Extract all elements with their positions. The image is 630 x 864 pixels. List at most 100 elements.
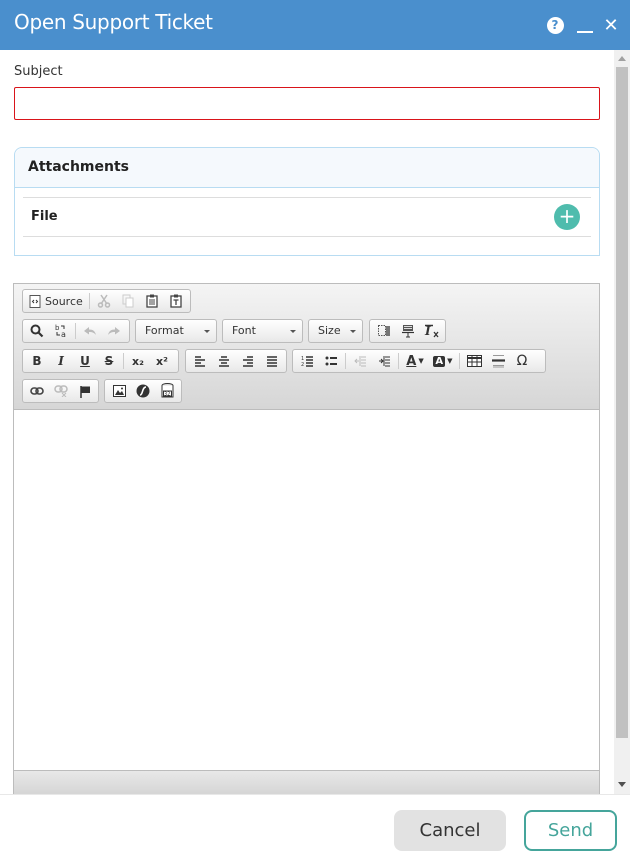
close-button[interactable]: ✕ — [600, 14, 622, 36]
svg-text:b: b — [55, 324, 60, 332]
format-dropdown-label: Format — [145, 324, 184, 337]
copy-button[interactable] — [116, 291, 140, 311]
source-button[interactable]: Source — [25, 291, 87, 311]
size-dropdown[interactable]: Size — [308, 319, 363, 343]
background-color-icon: A — [433, 355, 446, 367]
scroll-down-icon[interactable] — [618, 782, 626, 787]
paste-button[interactable] — [140, 291, 164, 311]
outdent-button[interactable] — [348, 351, 372, 371]
flash-button[interactable] — [131, 381, 155, 401]
toolbar-separator — [459, 353, 460, 369]
cancel-button[interactable]: Cancel — [394, 810, 506, 851]
superscript-icon: x² — [156, 354, 168, 368]
paste-text-button[interactable] — [164, 291, 188, 311]
table-icon — [466, 355, 482, 367]
italic-button[interactable]: I — [49, 351, 73, 371]
outdent-icon — [353, 356, 366, 367]
source-label: Source — [45, 294, 83, 308]
font-dropdown[interactable]: Font — [222, 319, 303, 343]
toolbar-separator — [345, 353, 346, 369]
italic-icon: I — [58, 354, 64, 368]
align-left-icon — [195, 356, 205, 367]
list-color-insert-group: 12 A ▼ A ▼ Ω — [292, 349, 546, 373]
undo-button[interactable] — [78, 321, 102, 341]
scrollbar-thumb[interactable] — [616, 67, 628, 738]
strike-button[interactable]: S — [97, 351, 121, 371]
image-button[interactable] — [107, 381, 131, 401]
bold-icon: B — [32, 354, 42, 368]
iframe-button[interactable]: 32 — [155, 381, 179, 401]
iframe-icon: 32 — [161, 383, 173, 398]
add-file-button[interactable]: + — [554, 204, 580, 230]
show-blocks-icon — [378, 325, 390, 336]
toolbar-separator — [75, 323, 76, 339]
unlink-icon — [54, 385, 68, 397]
help-button[interactable]: ? — [544, 14, 566, 36]
omega-icon: Ω — [516, 353, 528, 369]
help-icon: ? — [546, 16, 564, 34]
special-character-button[interactable]: Ω — [510, 351, 534, 371]
background-color-button[interactable]: A ▼ — [429, 351, 457, 371]
align-left-button[interactable] — [188, 351, 212, 371]
cut-button[interactable] — [92, 291, 116, 311]
bulleted-list-button[interactable] — [319, 351, 343, 371]
indent-icon — [378, 356, 390, 367]
editor-content-area[interactable] — [14, 410, 599, 770]
chevron-down-icon — [290, 330, 296, 333]
format-dropdown[interactable]: Format — [135, 319, 217, 343]
horizontal-rule-button[interactable] — [486, 351, 510, 371]
size-dropdown-label: Size — [318, 324, 341, 337]
align-justify-button[interactable] — [260, 351, 284, 371]
replace-icon: ba — [55, 324, 66, 338]
dialog-title: Open Support Ticket — [14, 10, 213, 34]
send-button[interactable]: Send — [524, 810, 617, 851]
align-right-icon — [243, 356, 253, 367]
subject-label: Subject — [14, 64, 63, 79]
editor-resize-bar — [14, 770, 599, 794]
title-bar: Open Support Ticket ? ✕ — [0, 0, 630, 50]
remove-format-button[interactable]: I — [420, 321, 444, 341]
superscript-button[interactable]: x² — [150, 351, 174, 371]
align-center-icon — [219, 356, 229, 367]
replace-button[interactable]: ba — [49, 321, 73, 341]
tools-group: I — [369, 319, 446, 343]
chevron-down-icon: ▼ — [418, 357, 424, 365]
scroll-up-icon[interactable] — [618, 56, 626, 61]
subject-input[interactable] — [14, 87, 600, 120]
indent-button[interactable] — [372, 351, 396, 371]
subscript-icon: x₂ — [132, 354, 144, 368]
insert-group: 32 — [104, 379, 182, 403]
svg-text:32: 32 — [164, 392, 170, 398]
align-right-button[interactable] — [236, 351, 260, 371]
page-break-icon — [402, 325, 414, 338]
page-break-button[interactable] — [396, 321, 420, 341]
paste-text-icon — [170, 294, 182, 308]
show-blocks-button[interactable] — [372, 321, 396, 341]
links-group — [22, 379, 99, 403]
svg-text:2: 2 — [301, 362, 304, 367]
table-button[interactable] — [462, 351, 486, 371]
anchor-button[interactable] — [73, 381, 97, 401]
toolbar-separator — [398, 353, 399, 369]
redo-button[interactable] — [102, 321, 126, 341]
cut-icon — [97, 294, 111, 308]
subscript-button[interactable]: x₂ — [126, 351, 150, 371]
chevron-down-icon — [204, 330, 210, 333]
horizontal-line-icon — [491, 355, 505, 368]
bold-button[interactable]: B — [25, 351, 49, 371]
find-button[interactable] — [25, 321, 49, 341]
rich-text-editor: Source b a Format Font Size I B I U S x₂… — [13, 283, 600, 794]
underline-button[interactable]: U — [73, 351, 97, 371]
strikethrough-icon: S — [104, 354, 114, 368]
numbered-list-button[interactable]: 12 — [295, 351, 319, 371]
align-center-button[interactable] — [212, 351, 236, 371]
minimize-button[interactable] — [574, 14, 596, 36]
attachments-panel: Attachments File + — [14, 147, 600, 256]
svg-text:a: a — [61, 330, 66, 338]
unlink-button[interactable] — [49, 381, 73, 401]
support-ticket-dialog: Open Support Ticket ? ✕ Subject Attachme… — [0, 0, 630, 864]
plus-icon: + — [558, 204, 576, 228]
text-color-button[interactable]: A ▼ — [401, 351, 429, 371]
link-button[interactable] — [25, 381, 49, 401]
vertical-scrollbar[interactable] — [614, 50, 630, 794]
